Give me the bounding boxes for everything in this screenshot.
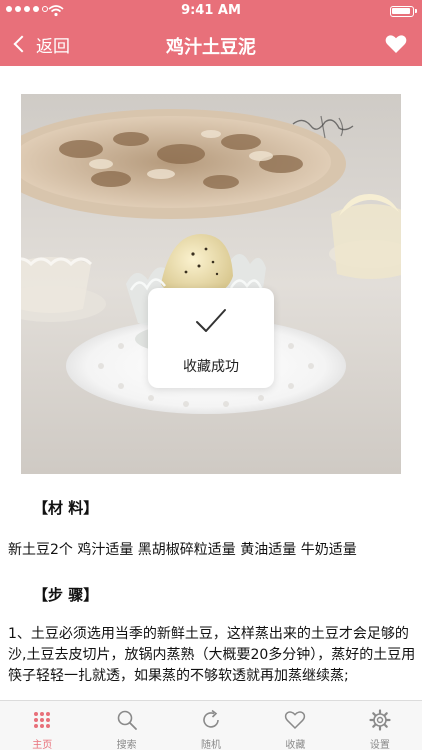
navigation-bar: 9:41 AM 返回 鸡汁土豆泥: [0, 0, 422, 66]
tab-favorites-label: 收藏: [285, 740, 306, 750]
tab-home[interactable]: 主页: [0, 701, 84, 750]
materials-heading: 【材 料】: [33, 499, 99, 517]
gear-icon: [369, 709, 391, 731]
checkmark-icon: [196, 309, 226, 332]
page-title: 鸡汁土豆泥: [166, 37, 256, 58]
tab-settings-label: 设置: [369, 740, 390, 750]
search-icon: [117, 710, 137, 730]
recipe-photo-illustration: [21, 94, 401, 474]
steps-text: 1、土豆必须选用当季的新鲜土豆，这样蒸出来的土豆才会足够的沙,土豆去皮切片，放锅…: [8, 626, 416, 684]
toast-message: 收藏成功: [183, 359, 239, 375]
heart-icon: [285, 711, 306, 730]
battery-icon: [390, 6, 417, 17]
materials-text: 新土豆2个 鸡汁适量 黑胡椒碎粒适量 黄油适量 牛奶适量: [8, 542, 357, 558]
tab-random-label: 随机: [201, 740, 222, 750]
recipe-photo: [21, 94, 401, 474]
tab-favorites[interactable]: 收藏: [253, 701, 337, 750]
tab-bar: 主页 搜索 随机 收藏 设置: [0, 700, 422, 750]
tab-home-label: 主页: [32, 740, 53, 750]
tab-search-label: 搜索: [116, 740, 137, 750]
favorite-heart-icon[interactable]: [384, 32, 408, 56]
status-time: 9:41 AM: [181, 3, 241, 18]
tab-search[interactable]: 搜索: [84, 701, 168, 750]
status-bar: 9:41 AM: [0, 0, 422, 22]
saved-toast: 收藏成功: [148, 288, 274, 388]
tab-settings[interactable]: 设置: [338, 701, 422, 750]
steps-heading: 【步 骤】: [33, 586, 99, 604]
tab-random[interactable]: 随机: [169, 701, 253, 750]
refresh-icon: [203, 709, 219, 728]
grid-icon: [34, 712, 51, 728]
